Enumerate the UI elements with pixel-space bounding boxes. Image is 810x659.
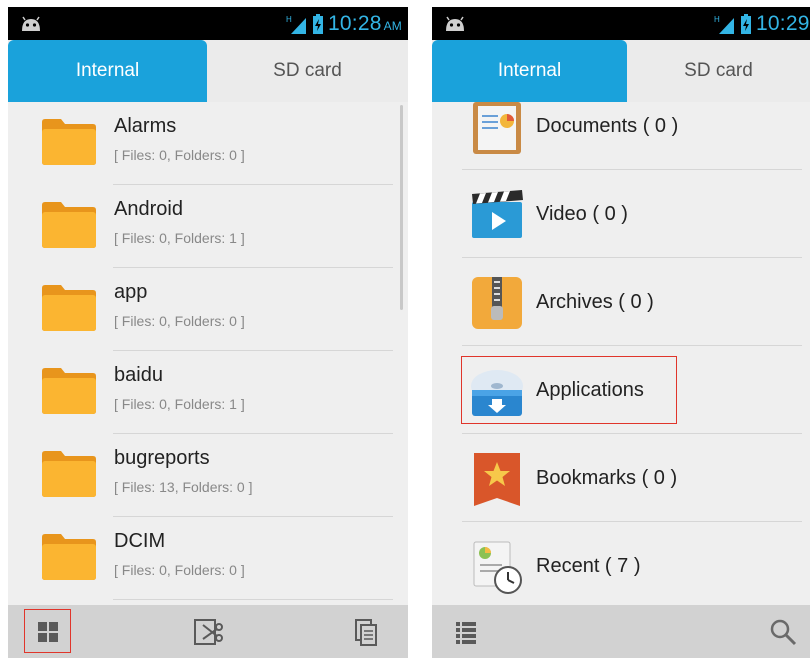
android-icon <box>446 16 464 31</box>
android-icon <box>22 16 40 31</box>
list-item[interactable]: app [ Files: 0, Folders: 0 ] <box>8 268 408 351</box>
file-meta: [ Files: 0, Folders: 1 ] <box>114 396 245 412</box>
category-label: Bookmarks ( 0 ) <box>536 466 678 489</box>
category-archives[interactable]: Archives ( 0 ) <box>432 258 810 346</box>
cut-button[interactable] <box>189 613 227 651</box>
category-bookmarks[interactable]: Bookmarks ( 0 ) <box>432 434 810 522</box>
file-name: DCIM <box>114 530 166 552</box>
bottom-toolbar <box>8 605 408 658</box>
search-icon <box>770 619 797 646</box>
file-name: bugreports <box>114 447 210 469</box>
video-icon <box>472 190 523 238</box>
file-meta: [ Files: 13, Folders: 0 ] <box>114 479 253 495</box>
category-documents[interactable]: Documents ( 0 ) <box>432 82 810 170</box>
category-label: Recent ( 7 ) <box>536 554 641 577</box>
folder-icon <box>42 534 96 580</box>
list-item[interactable]: DCIM [ Files: 0, Folders: 0 ] <box>8 517 408 600</box>
status-bar: H 10:29AM <box>432 7 810 40</box>
svg-text:H: H <box>286 15 292 24</box>
divider <box>113 599 393 600</box>
category-video[interactable]: Video ( 0 ) <box>432 170 810 258</box>
battery-icon <box>313 14 324 34</box>
clock: 10:29AM <box>756 12 810 35</box>
recent-icon <box>473 541 522 594</box>
highlight-box <box>461 356 677 424</box>
documents-icon <box>473 102 521 154</box>
bookmarks-icon <box>474 453 520 506</box>
list-view-button[interactable] <box>448 613 486 651</box>
clock: 10:28 AM <box>328 12 402 35</box>
list-item[interactable]: Alarms [ Files: 0, Folders: 0 ] <box>8 102 408 185</box>
tab-bar: Internal SD card <box>8 40 408 102</box>
signal-icon: H <box>714 15 735 34</box>
file-name: baidu <box>114 364 163 386</box>
tab-internal[interactable]: Internal <box>8 40 207 102</box>
paste-button[interactable] <box>348 613 386 651</box>
signal-icon: H <box>286 15 307 34</box>
tab-sd-card[interactable]: SD card <box>207 40 408 102</box>
bottom-toolbar <box>432 605 810 658</box>
right-screen: H 10:29AM Internal SD card Document <box>432 7 810 658</box>
folder-icon <box>42 202 96 248</box>
file-meta: [ Files: 0, Folders: 0 ] <box>114 313 245 329</box>
file-name: Android <box>114 198 183 220</box>
folder-icon <box>42 119 96 165</box>
cut-icon <box>194 619 223 645</box>
highlight-box <box>24 609 71 653</box>
file-meta: [ Files: 0, Folders: 0 ] <box>114 562 245 578</box>
svg-text:H: H <box>714 15 720 24</box>
file-name: app <box>114 281 148 303</box>
category-label: Documents ( 0 ) <box>536 114 679 137</box>
list-item[interactable]: baidu [ Files: 0, Folders: 1 ] <box>8 351 408 434</box>
folder-icon <box>42 285 96 331</box>
battery-icon <box>741 14 752 34</box>
left-screen: H 10:28 AM Internal SD card Alarms [ File… <box>8 7 408 658</box>
file-name: Alarms <box>114 115 177 137</box>
category-recent[interactable]: Recent ( 7 ) <box>432 522 810 610</box>
list-item[interactable]: bugreports [ Files: 13, Folders: 0 ] <box>8 434 408 517</box>
paste-icon <box>355 619 377 646</box>
archives-icon <box>472 277 522 329</box>
file-meta: [ Files: 0, Folders: 0 ] <box>114 147 245 163</box>
category-label: Archives ( 0 ) <box>536 290 654 313</box>
folder-icon <box>42 451 96 497</box>
status-bar: H 10:28 AM <box>8 7 408 40</box>
list-view-icon <box>456 622 476 644</box>
search-button[interactable] <box>764 613 802 651</box>
file-meta: [ Files: 0, Folders: 1 ] <box>114 230 245 246</box>
scrollbar[interactable] <box>400 105 403 310</box>
list-item[interactable]: Android [ Files: 0, Folders: 1 ] <box>8 185 408 268</box>
category-label: Video ( 0 ) <box>536 202 628 225</box>
folder-icon <box>42 368 96 414</box>
